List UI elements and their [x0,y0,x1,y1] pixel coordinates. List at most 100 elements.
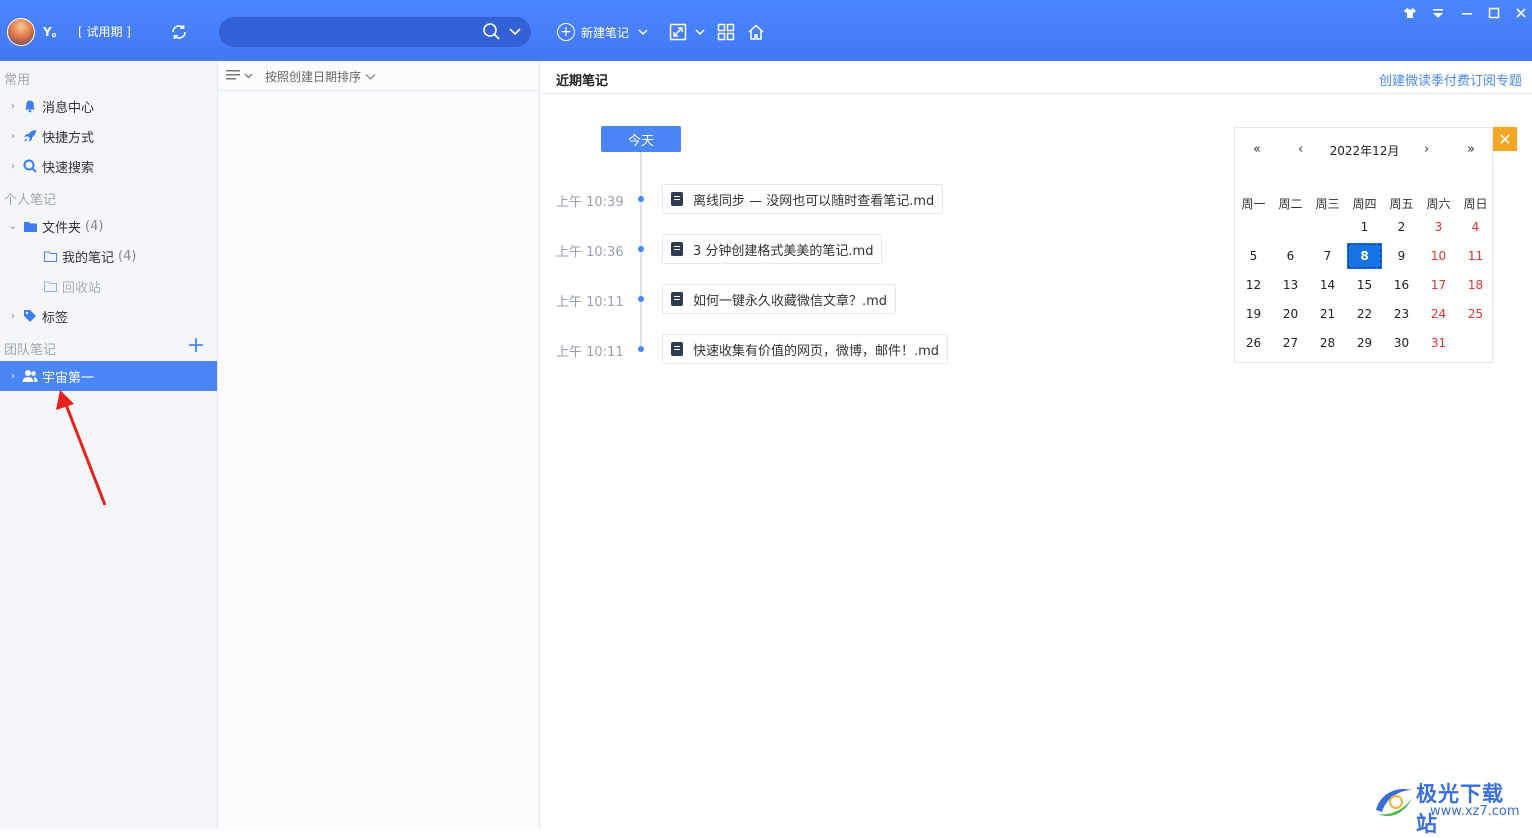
close-icon[interactable] [1514,6,1528,20]
title-bar: Y。 [ 试用期 ] + 新建笔记 [0,0,1532,61]
section-header-personal: 个人笔记 [4,193,57,208]
sidebar-item-quick-search[interactable]: › 快速搜索 [0,151,217,181]
sidebar-item-label: 宇宙第一 [42,370,95,386]
calendar-day[interactable]: 4 [1457,214,1494,240]
document-icon [671,242,683,256]
calendar-day[interactable]: 29 [1346,330,1383,356]
calendar-day[interactable]: 27 [1272,330,1309,356]
note-time: 上午 10:39 [556,195,624,210]
calendar-day[interactable]: 21 [1309,301,1346,327]
calendar-day[interactable]: 3 [1420,214,1457,240]
calendar-day[interactable]: 15 [1346,272,1383,298]
sidebar-item-recycle-bin[interactable]: 回收站 [0,271,217,301]
note-card[interactable]: 离线同步 — 没网也可以随时查看笔记.md [662,184,944,214]
search-icon[interactable] [482,22,502,42]
calendar-day[interactable]: 25 [1457,301,1494,327]
new-note-button[interactable]: + 新建笔记 [557,20,649,44]
menu-down-icon[interactable] [1431,6,1445,20]
calendar-day[interactable]: 16 [1383,272,1420,298]
next-month-button[interactable]: › [1424,142,1429,157]
chevron-right-icon[interactable]: › [6,161,20,172]
chevron-right-icon[interactable]: › [6,311,20,322]
sort-dropdown[interactable]: 按照创建日期排序 [265,68,376,85]
sidebar-item-my-notes[interactable]: 我的笔记 (4) [0,241,217,271]
timeline-dot [638,246,644,252]
note-card[interactable]: 3 分钟创建格式美美的笔记.md [662,234,883,264]
sidebar-item-folders[interactable]: ⌄ 文件夹 (4) [0,211,217,241]
next-year-button[interactable]: » [1467,142,1475,157]
calendar-weekday: 周四 [1352,197,1377,211]
annotation-arrow [56,390,107,506]
calendar-day[interactable]: 26 [1235,330,1272,356]
calendar-weekday: 周六 [1426,197,1451,211]
calendar-day[interactable]: 28 [1309,330,1346,356]
note-card[interactable]: 如何一键永久收藏微信文章？.md [662,284,897,314]
calendar-day[interactable]: 8 [1347,243,1382,269]
chevron-down-icon[interactable]: ⌄ [6,221,20,232]
prev-year-button[interactable]: « [1253,142,1261,157]
calendar-day[interactable]: 6 [1272,243,1309,269]
chevron-down-icon[interactable] [508,26,522,38]
sidebar-item-tags[interactable]: › 标签 [0,301,217,331]
note-time: 上午 10:11 [556,295,624,310]
timeline-dot [638,296,644,302]
rocket-icon [22,128,38,144]
calendar-day[interactable]: 19 [1235,301,1272,327]
sidebar-item-label: 我的笔记 [62,250,115,266]
calendar-month-title: 2022年12月 [1329,144,1400,158]
calendar-day[interactable]: 17 [1420,272,1457,298]
calendar-day[interactable]: 14 [1309,272,1346,298]
search-icon [22,158,38,174]
create-subscription-link[interactable]: 创建微读季付费订阅专题 [1379,70,1522,89]
sidebar-item-label: 标签 [42,310,69,326]
main-panel: 近期笔记 创建微读季付费订阅专题 今天 上午 10:39 离线同步 — 没网也可… [540,61,1532,829]
grid-icon[interactable] [716,22,736,42]
sidebar-item-label: 文件夹 [42,220,82,236]
expand-icon[interactable] [668,22,688,42]
calendar-day[interactable]: 1 [1346,214,1383,240]
search-input[interactable] [231,22,481,42]
calendar-day[interactable]: 9 [1383,243,1420,269]
add-team-icon[interactable] [188,337,204,353]
sync-icon[interactable] [169,22,189,42]
chevron-down-icon [365,74,376,80]
calendar-day[interactable]: 22 [1346,301,1383,327]
timeline-dot [638,196,644,202]
site-watermark-logo: 极光下载站 www.xz7.com [1372,778,1524,836]
calendar-day[interactable]: 7 [1309,243,1346,269]
calendar-day[interactable]: 30 [1383,330,1420,356]
calendar-day[interactable]: 5 [1235,243,1272,269]
calendar-day[interactable]: 20 [1272,301,1309,327]
calendar-day[interactable]: 13 [1272,272,1309,298]
calendar-day[interactable]: 18 [1457,272,1494,298]
prev-month-button[interactable]: ‹ [1298,142,1303,157]
chevron-down-icon[interactable] [694,22,706,42]
sidebar-item-shortcuts[interactable]: › 快捷方式 [0,121,217,151]
chevron-right-icon[interactable]: › [6,371,20,382]
chevron-down-icon[interactable] [637,27,649,37]
calendar-day[interactable]: 23 [1383,301,1420,327]
plus-icon: + [557,23,575,41]
chevron-right-icon[interactable]: › [6,131,20,142]
shirt-icon[interactable] [1403,6,1417,20]
calendar-day[interactable]: 12 [1235,272,1272,298]
sidebar-item-team-universe[interactable]: › 宇宙第一 [0,361,217,391]
calendar-day[interactable]: 11 [1457,243,1494,269]
note-card[interactable]: 快速收集有价值的网页，微博，邮件！.md [662,334,949,364]
sidebar-item-label: 消息中心 [42,100,95,116]
home-icon[interactable] [746,22,766,42]
minimize-icon[interactable] [1460,6,1474,20]
maximize-icon[interactable] [1487,6,1501,20]
trial-badge[interactable]: [ 试用期 ] [78,23,131,40]
calendar-close-button[interactable]: ✕ [1493,127,1517,151]
today-button[interactable]: 今天 [601,126,681,152]
calendar-day[interactable]: 10 [1420,243,1457,269]
sidebar-item-messages[interactable]: › 消息中心 [0,91,217,121]
calendar-day[interactable]: 31 [1420,330,1457,356]
calendar-day[interactable]: 24 [1420,301,1457,327]
list-view-icon[interactable] [226,69,254,83]
avatar[interactable] [7,18,35,46]
username[interactable]: Y。 [43,23,64,40]
calendar-day[interactable]: 2 [1383,214,1420,240]
chevron-right-icon[interactable]: › [6,101,20,112]
